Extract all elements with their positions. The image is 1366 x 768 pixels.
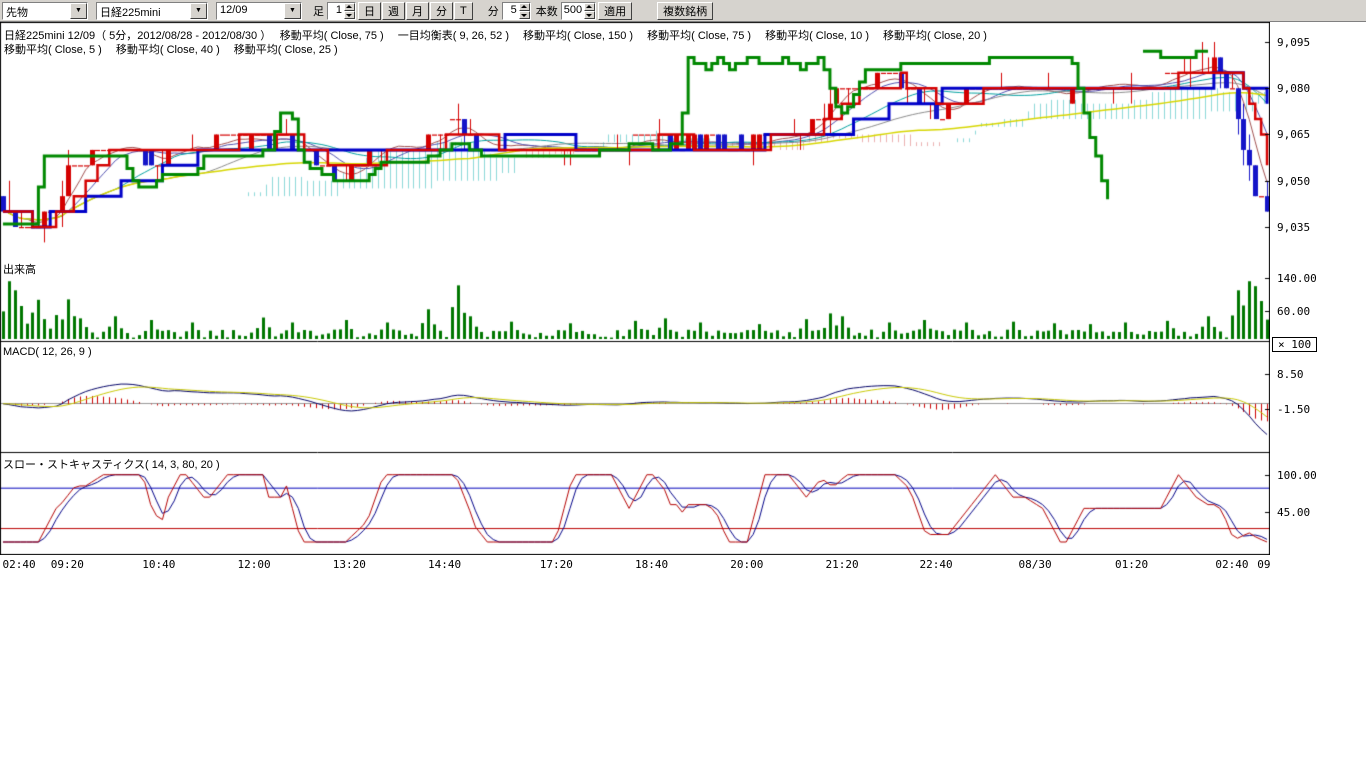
time-axis-label: 13:20 xyxy=(333,558,366,571)
chevron-down-icon[interactable]: ▼ xyxy=(70,3,87,19)
time-axis-label: 09 xyxy=(1257,558,1270,571)
y-axis-label: 8.50 xyxy=(1277,368,1304,381)
price-chart-canvas[interactable] xyxy=(0,22,1270,555)
period-button[interactable]: 月 xyxy=(406,2,429,20)
period-button[interactable]: T xyxy=(454,2,473,20)
spinner-down-icon[interactable] xyxy=(344,11,355,19)
y-axis-label: -1.50 xyxy=(1277,403,1310,416)
bar-interval-spinner[interactable]: 1 xyxy=(327,2,356,20)
contract-month-select[interactable]: 12/09 ▼ xyxy=(216,2,302,20)
y-axis-label: 100.00 xyxy=(1277,469,1317,482)
time-axis-label: 17:20 xyxy=(540,558,573,571)
contract-month-value: 12/09 xyxy=(217,3,284,19)
y-axis-label: 140.00 xyxy=(1277,272,1317,285)
time-axis-label: 01:20 xyxy=(1115,558,1148,571)
minute-spinner[interactable]: 5 xyxy=(502,2,531,20)
time-axis-label: 10:40 xyxy=(142,558,175,571)
symbol-value: 日経225mini xyxy=(97,3,190,19)
chart-region: 日経225mini 12/09（ 5分，2012/08/28 - 2012/08… xyxy=(0,22,1366,576)
period-button[interactable]: 週 xyxy=(382,2,405,20)
spinner-down-icon[interactable] xyxy=(584,11,595,19)
time-axis-label: 22:40 xyxy=(919,558,952,571)
y-axis-label: 60.00 xyxy=(1277,305,1310,318)
spinner-up-icon[interactable] xyxy=(584,3,595,11)
period-button-group: 日週月分T xyxy=(358,2,474,20)
symbol-select[interactable]: 日経225mini ▼ xyxy=(96,2,208,20)
toolbar: 先物 ▼ 日経225mini ▼ 12/09 ▼ 足 1 日週月分T 分 5 本… xyxy=(0,0,1366,22)
time-axis-label: 20:00 xyxy=(730,558,763,571)
bar-interval-value: 1 xyxy=(328,3,344,19)
time-axis-label: 02:40 xyxy=(3,558,36,571)
time-axis-label: 08/30 xyxy=(1019,558,1052,571)
volume-multiplier-badge: × 100 xyxy=(1272,337,1317,352)
time-axis-label: 09:20 xyxy=(51,558,84,571)
chevron-down-icon[interactable]: ▼ xyxy=(190,3,207,19)
bar-count-value: 500 xyxy=(562,3,584,19)
time-axis-label: 02:40 xyxy=(1215,558,1248,571)
instrument-type-value: 先物 xyxy=(3,3,70,19)
y-axis-label: 9,095 xyxy=(1277,36,1310,49)
minute-label: 分 xyxy=(488,3,499,19)
stoch-pane-label: スロー・ストキャスティクス( 14, 3, 80, 20 ) xyxy=(3,456,220,472)
volume-pane-label: 出来高 xyxy=(3,261,36,277)
bar-count-spinner[interactable]: 500 xyxy=(561,2,596,20)
chart-title-line2: 移動平均( Close, 5 ) 移動平均( Close, 40 ) 移動平均(… xyxy=(4,41,338,57)
time-axis-label: 12:00 xyxy=(237,558,270,571)
bar-type-label: 足 xyxy=(313,3,324,19)
time-axis-label: 18:40 xyxy=(635,558,668,571)
chevron-down-icon[interactable]: ▼ xyxy=(284,3,301,19)
spinner-up-icon[interactable] xyxy=(519,3,530,11)
macd-pane-label: MACD( 12, 26, 9 ) xyxy=(3,346,92,358)
y-axis-label: 45.00 xyxy=(1277,506,1310,519)
y-axis-label: 9,080 xyxy=(1277,82,1310,95)
spinner-down-icon[interactable] xyxy=(519,11,530,19)
chart-app-window: 先物 ▼ 日経225mini ▼ 12/09 ▼ 足 1 日週月分T 分 5 本… xyxy=(0,0,1366,768)
multi-symbol-button[interactable]: 複数銘柄 xyxy=(657,2,713,20)
bar-count-label: 本数 xyxy=(536,3,558,19)
period-button[interactable]: 分 xyxy=(430,2,453,20)
y-axis-label: 9,065 xyxy=(1277,128,1310,141)
minute-value: 5 xyxy=(503,3,519,19)
time-axis-label: 21:20 xyxy=(826,558,859,571)
apply-button[interactable]: 適用 xyxy=(598,2,632,20)
time-axis-label: 14:40 xyxy=(428,558,461,571)
spinner-up-icon[interactable] xyxy=(344,3,355,11)
y-axis-label: 9,050 xyxy=(1277,175,1310,188)
instrument-type-select[interactable]: 先物 ▼ xyxy=(2,2,88,20)
period-button[interactable]: 日 xyxy=(358,2,381,20)
y-axis-label: 9,035 xyxy=(1277,221,1310,234)
